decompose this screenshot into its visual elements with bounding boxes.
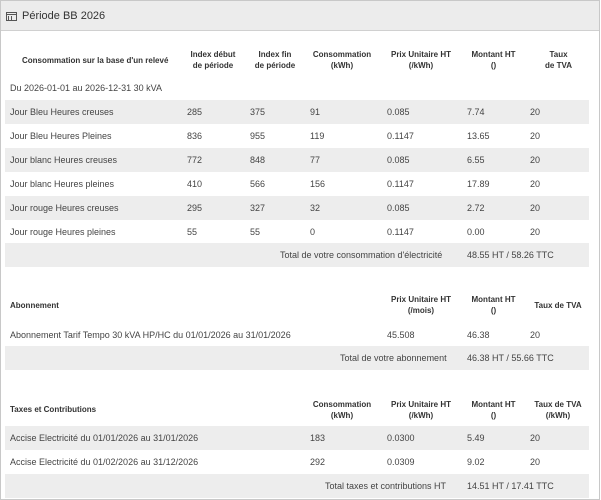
row-index-start: 836 [187,131,203,141]
table-row: Jour blanc Heures pleines 410 566 156 0.… [5,172,589,196]
row-label: Jour blanc Heures pleines [10,179,115,189]
row-index-end: 327 [250,203,266,213]
row-label: Jour rouge Heures pleines [10,227,116,237]
table-row: Jour Bleu Heures creuses 285 375 91 0.08… [5,100,589,124]
row-label: Jour Bleu Heures Pleines [10,131,112,141]
row-amount: 2.72 [467,203,485,213]
row-unit-price: 0.0309 [387,457,415,467]
row-label: Accise Electricité du 01/01/2026 au 31/0… [10,433,199,443]
row-amount: 0.00 [467,227,485,237]
row-kwh: 77 [310,155,321,165]
taxes-total-label: Total taxes et contributions HT [325,481,447,491]
row-index-end: 955 [250,131,266,141]
row-unit-price: 45.508 [387,330,415,340]
row-amount: 46.38 [467,330,490,340]
taxes-label-header: Taxes et Contributions [10,405,97,414]
row-index-start: 285 [187,107,203,117]
subscription-total-value: 46.38 HT / 55.66 TTC [467,353,554,363]
list-icon [6,12,17,21]
row-amount: 6.55 [467,155,485,165]
row-unit-price: 0.1147 [387,131,414,141]
row-index-start: 772 [187,155,203,165]
table-row: Jour Bleu Heures Pleines 836 955 119 0.1… [5,124,589,148]
vat-header: Taux de TVA [545,50,572,70]
panel-header: Période BB 2026 [1,1,599,31]
table-row: Accise Electricité du 01/02/2026 au 31/1… [5,450,589,474]
row-amount: 5.49 [467,433,485,443]
row-kwh: 292 [310,457,326,467]
row-amount: 17.89 [467,179,490,189]
row-index-end: 375 [250,107,266,117]
consumption-total-row: Total de votre consommation d'électricit… [5,243,589,267]
subscription-total-row: Total de votre abonnement 46.38 HT / 55.… [5,346,589,370]
subscription-label-header: Abonnement [10,301,59,310]
row-vat: 20 [530,433,541,443]
row-index-start: 295 [187,203,203,213]
taxes-total-row: Total taxes et contributions HT 14.51 HT… [5,474,589,498]
row-amount: 13.65 [467,131,490,141]
row-unit-price: 0.1147 [387,179,414,189]
subscription-unit-price-header: Prix Unitaire HT (/mois) [390,295,451,315]
row-vat: 20 [530,107,541,117]
row-kwh: 119 [310,131,325,141]
row-amount: 9.02 [467,457,485,467]
taxes-kwh-header: Consommation (kWh) [312,400,372,420]
index-end-header: Index fin de période [254,50,296,70]
row-unit-price: 0.0300 [387,433,415,443]
row-label: Jour blanc Heures creuses [10,155,118,165]
row-vat: 20 [530,227,541,237]
row-index-end: 566 [250,179,266,189]
index-start-header: Index début de période [190,50,236,70]
row-index-start: 410 [187,179,203,189]
row-kwh: 0 [310,227,316,237]
row-kwh: 32 [310,203,321,213]
row-index-end: 55 [250,227,261,237]
row-vat: 20 [530,131,541,141]
table-row: Jour rouge Heures pleines 55 55 0 0.1147… [5,220,589,244]
consumption-kwh-header: Consommation (kWh) [312,50,372,70]
consumption-total-value: 48.55 HT / 58.26 TTC [467,250,554,260]
period-row: Du 2026-01-01 au 2026-12-31 30 kVA [5,76,589,100]
amount-header: Montant HT() [471,50,516,70]
subscription-row: Abonnement Tarif Tempo 30 kVA HP/HC du 0… [5,323,589,347]
row-vat: 20 [530,330,541,340]
row-amount: 7.74 [467,107,485,117]
subscription-amount-header: Montant HT() [471,295,516,315]
table-row: Accise Electricité du 01/01/2026 au 31/0… [5,426,589,450]
row-unit-price: 0.085 [387,107,410,117]
table-row: Jour rouge Heures creuses 295 327 32 0.0… [5,196,589,220]
row-vat: 20 [530,457,541,467]
table-row: Jour blanc Heures creuses 772 848 77 0.0… [5,148,589,172]
taxes-total-value: 14.51 HT / 17.41 TTC [467,481,554,491]
row-index-end: 848 [250,155,266,165]
row-vat: 20 [530,203,541,213]
row-label: Jour Bleu Heures creuses [10,107,114,117]
period-label: Du 2026-01-01 au 2026-12-31 30 kVA [10,83,162,93]
row-label: Accise Electricité du 01/02/2026 au 31/1… [10,457,199,467]
row-unit-price: 0.085 [387,155,410,165]
billing-panel: Période BB 2026 Consommation sur la base… [0,0,600,500]
consumption-total-label: Total de votre consommation d'électricit… [280,250,443,260]
subscription-vat-header: Taux de TVA [534,301,582,310]
row-kwh: 156 [310,179,326,189]
row-index-start: 55 [187,227,198,237]
taxes-amount-header: Montant HT() [471,400,516,420]
taxes-vat-header: Taux de TVA (/kWh) [534,400,582,420]
row-kwh: 183 [310,433,326,443]
subscription-total-label: Total de votre abonnement [340,353,447,363]
panel-title: Période BB 2026 [22,10,106,22]
row-vat: 20 [530,155,541,165]
row-vat: 20 [530,179,541,189]
row-label: Jour rouge Heures creuses [10,203,119,213]
row-unit-price: 0.085 [387,203,410,213]
row-kwh: 91 [310,107,321,117]
row-unit-price: 0.1147 [387,227,414,237]
taxes-unit-price-header: Prix Unitaire HT (/kWh) [390,400,451,420]
consumption-label-header: Consommation sur la base d'un relevé [22,56,169,65]
row-label: Abonnement Tarif Tempo 30 kVA HP/HC du 0… [10,330,291,340]
unit-price-header: Prix Unitaire HT (/kWh) [390,50,451,70]
